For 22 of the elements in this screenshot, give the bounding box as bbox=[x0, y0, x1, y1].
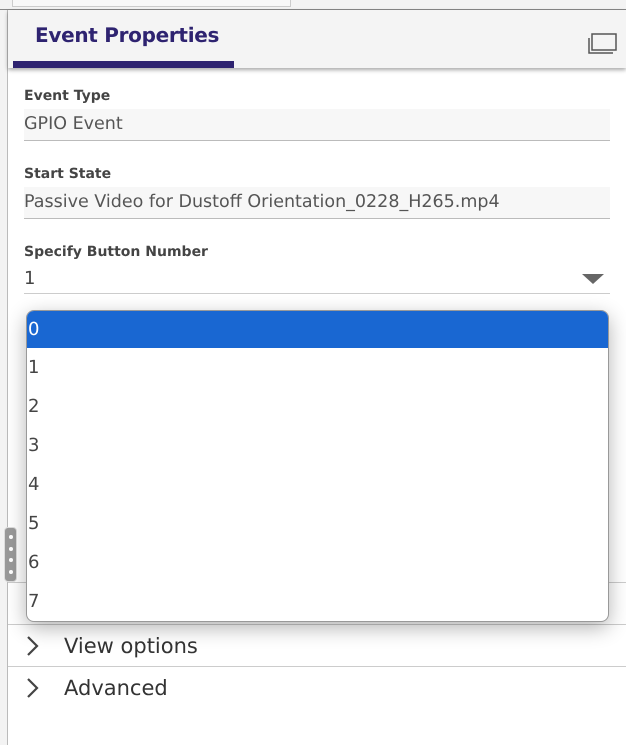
field-label: Event Type bbox=[24, 88, 112, 104]
field-label: Specify Button Number bbox=[24, 244, 209, 260]
readonly-field: GPIO Event bbox=[24, 109, 610, 141]
dropdown-option[interactable]: 3 bbox=[27, 426, 608, 465]
panel-title-tab[interactable]: Event Properties bbox=[13, 23, 234, 68]
readonly-field: Passive Video for Dustoff Orientation_0228_H265.mp4 bbox=[24, 187, 610, 219]
chevron-icon bbox=[26, 634, 40, 656]
dropdown-option[interactable]: 5 bbox=[27, 504, 608, 543]
dropdown-option[interactable]: 2 bbox=[27, 387, 608, 426]
resize-handle[interactable] bbox=[4, 527, 17, 582]
field-label: Start State bbox=[24, 166, 112, 182]
dropdown-option[interactable]: 7 bbox=[27, 582, 608, 621]
dropdown-option[interactable]: 0 bbox=[27, 311, 608, 348]
section-header[interactable]: Advanced bbox=[8, 666, 626, 708]
dropdown[interactable]: 1 bbox=[24, 265, 610, 294]
window-icon[interactable] bbox=[588, 33, 618, 55]
dropdown-option[interactable]: 1 bbox=[27, 348, 608, 387]
chevron-icon bbox=[26, 676, 40, 698]
dropdown-arrow-icon bbox=[582, 272, 604, 284]
section-header[interactable]: View options bbox=[8, 624, 626, 666]
dropdown-option[interactable]: 4 bbox=[27, 465, 608, 504]
dropdown-option[interactable]: 6 bbox=[27, 543, 608, 582]
